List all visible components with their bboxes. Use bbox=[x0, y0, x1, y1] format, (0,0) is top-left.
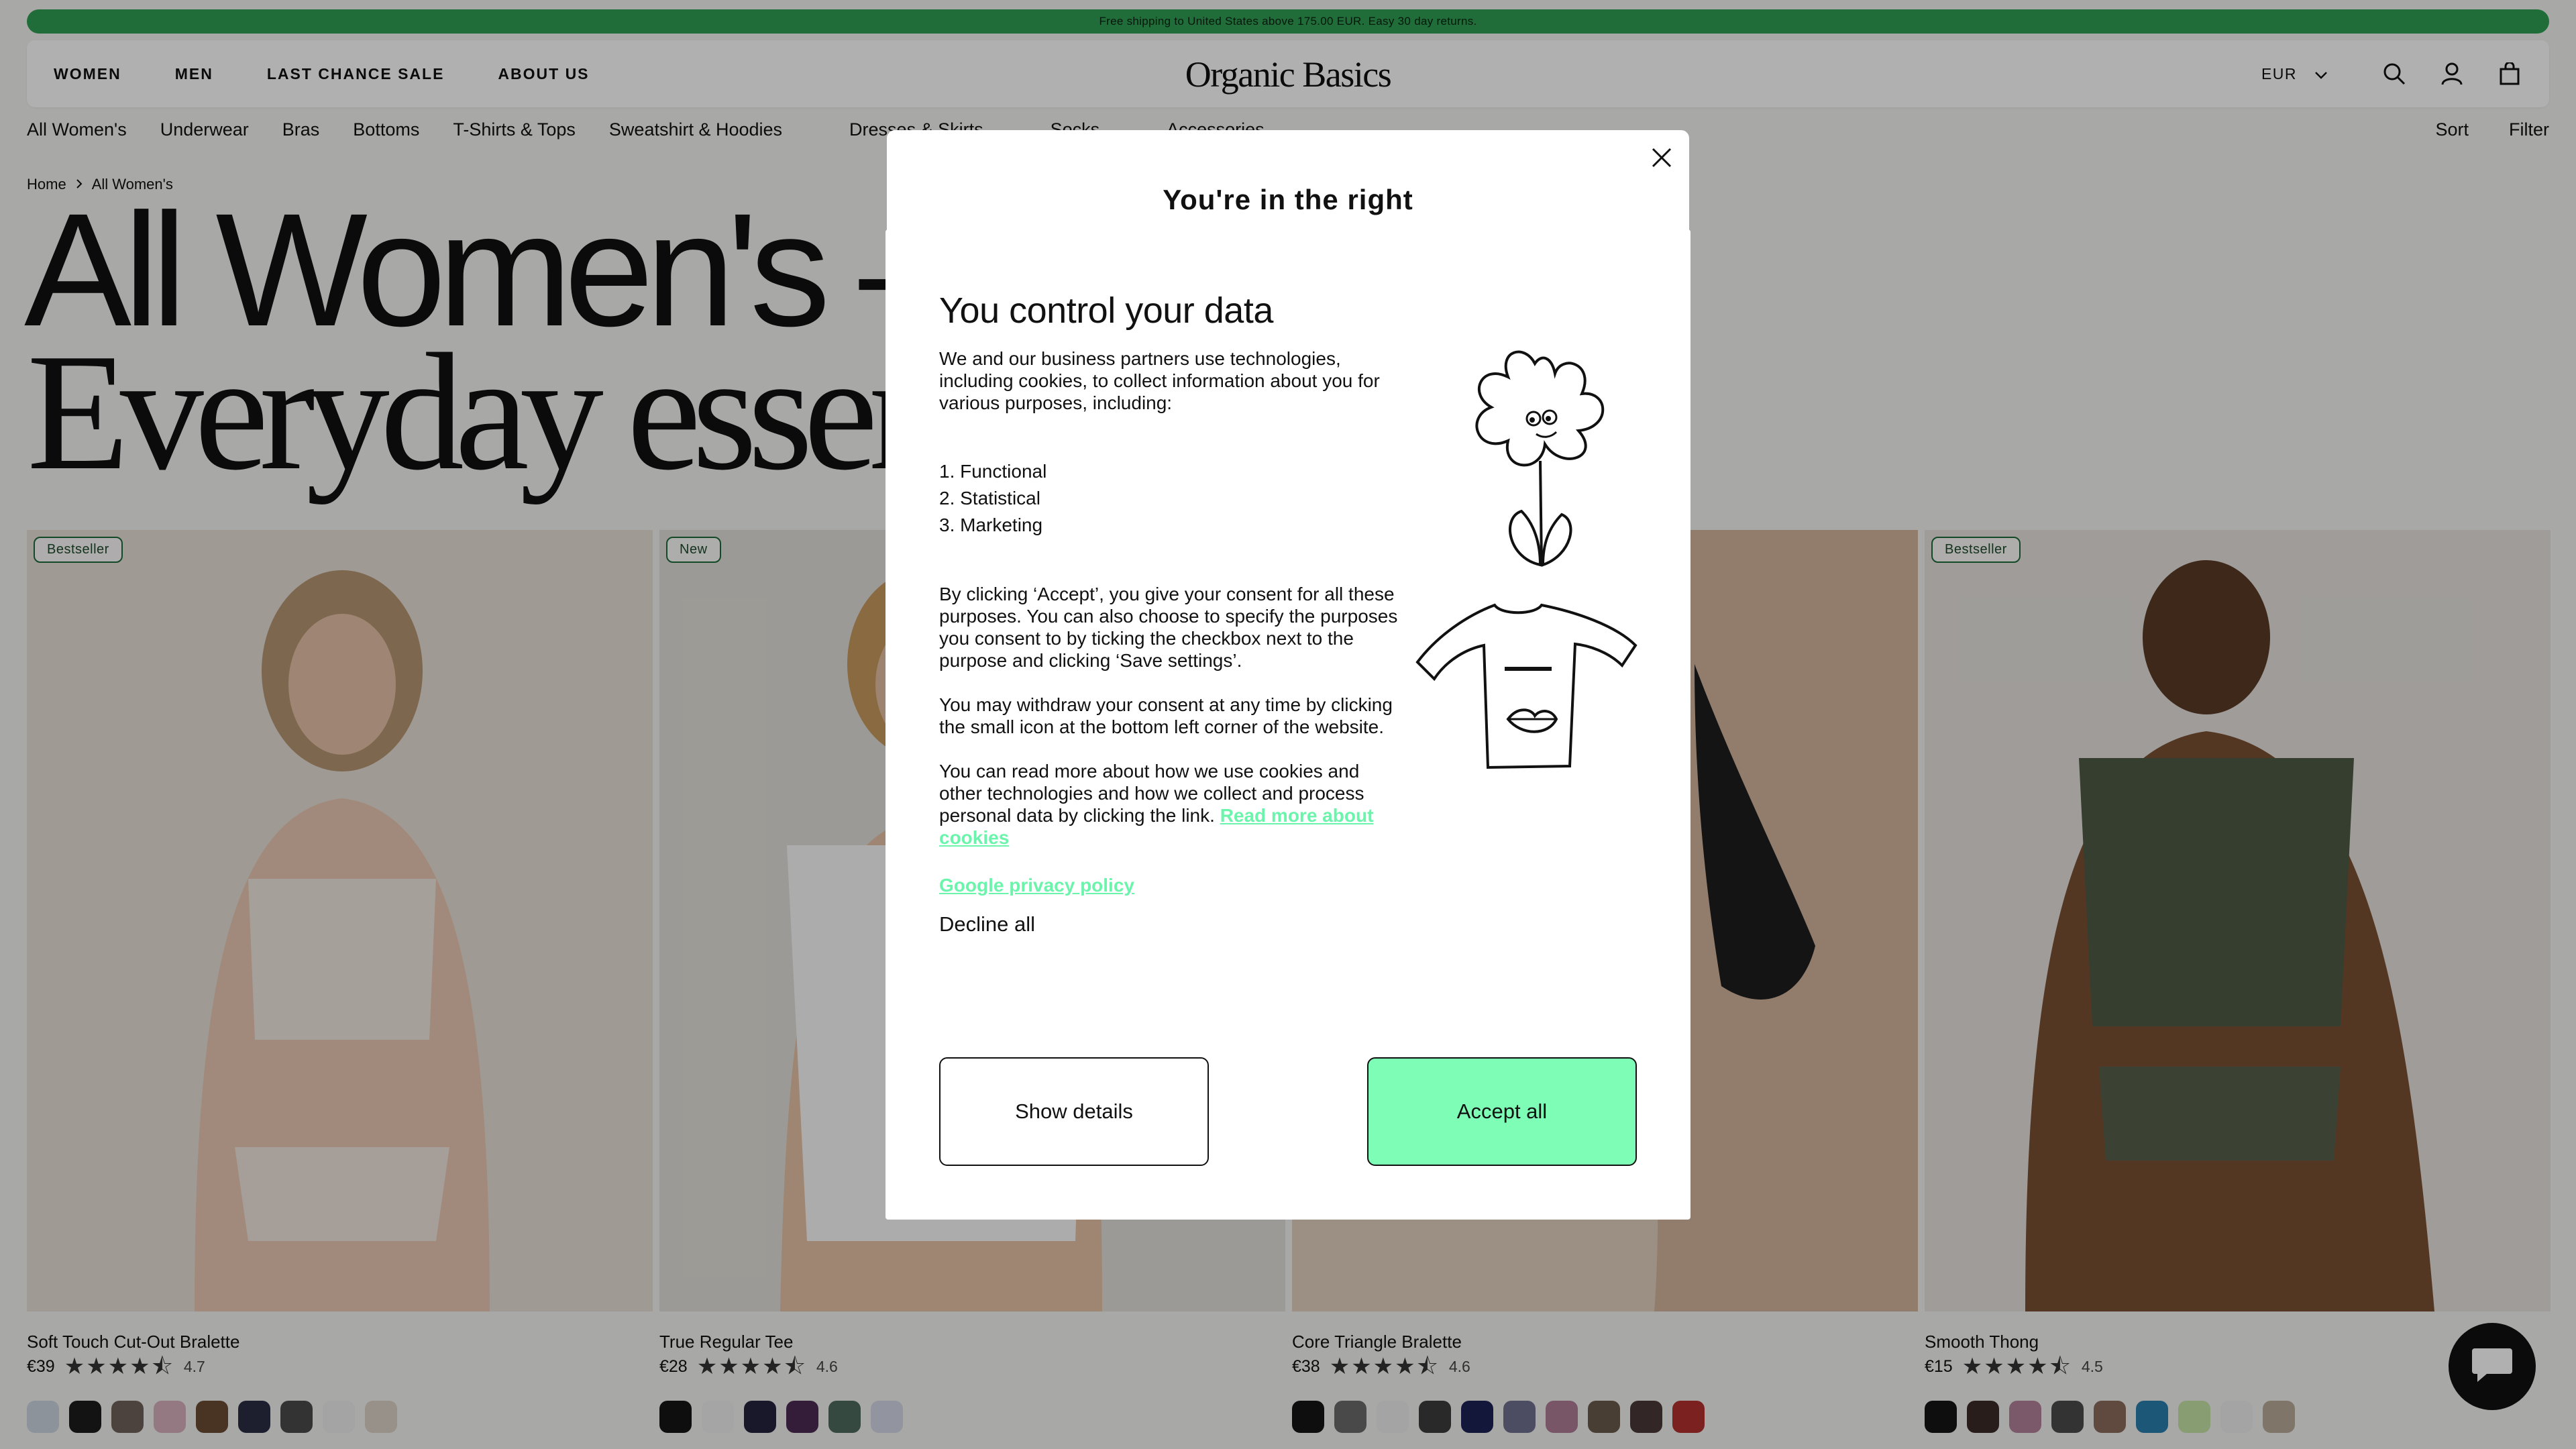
accept-all-button[interactable]: Accept all bbox=[1367, 1057, 1637, 1166]
consent-withdraw: You may withdraw your consent at any tim… bbox=[939, 694, 1393, 737]
consent-body: We and our business partners use technol… bbox=[939, 347, 1402, 871]
purpose-functional: 1. Functional bbox=[939, 461, 1047, 482]
close-icon[interactable] bbox=[1646, 142, 1677, 173]
google-privacy-link[interactable]: Google privacy policy bbox=[939, 875, 1134, 896]
purpose-list: 1. Functional 2. Statistical 3. Marketin… bbox=[939, 458, 1402, 539]
purpose-statistical: 2. Statistical bbox=[939, 488, 1040, 508]
consent-explanation: By clicking ‘Accept’, you give your cons… bbox=[939, 584, 1398, 671]
consent-title: You control your data bbox=[939, 290, 1273, 331]
cookie-consent-dialog: You control your data We and our busines… bbox=[885, 229, 1690, 1220]
decline-all-button[interactable]: Decline all bbox=[939, 912, 1035, 936]
consent-readmore: You can read more about how we use cooki… bbox=[939, 760, 1402, 849]
consent-intro: We and our business partners use technol… bbox=[939, 348, 1380, 413]
tshirt-illustration bbox=[1415, 603, 1638, 769]
purpose-marketing: 3. Marketing bbox=[939, 515, 1043, 535]
flower-illustration bbox=[1475, 350, 1605, 567]
show-details-button[interactable]: Show details bbox=[939, 1057, 1209, 1166]
location-popup-title: You're in the right bbox=[1163, 184, 1413, 215]
